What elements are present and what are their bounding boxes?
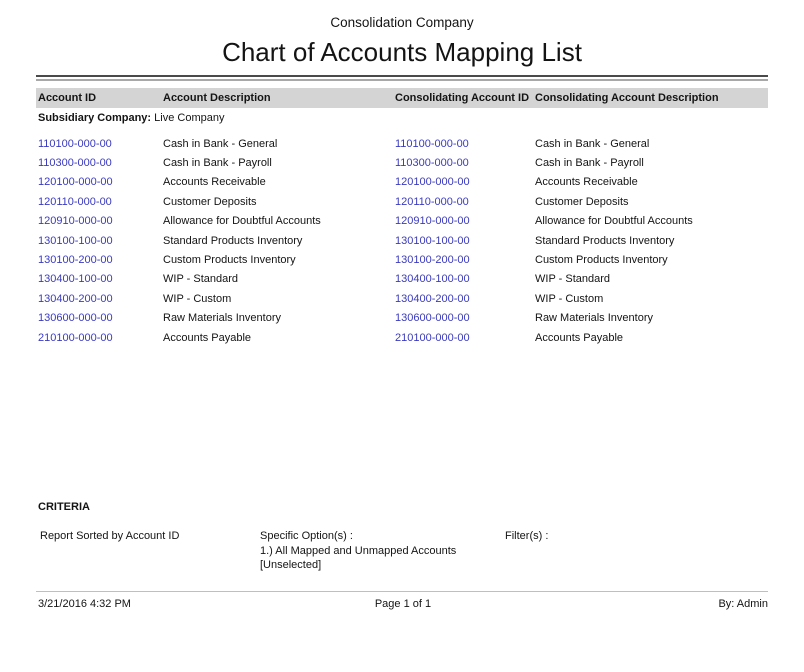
table-row: 110100-000-00Cash in Bank - General11010… <box>36 134 768 153</box>
account-id-link[interactable]: 110100-000-00 <box>36 138 161 150</box>
footer-printed-by: By: Admin <box>525 597 768 611</box>
consolidating-account-description-cell: WIP - Custom <box>533 293 762 305</box>
footer-datetime: 3/21/2016 4:32 PM <box>38 597 281 611</box>
footer-divider <box>36 591 768 592</box>
account-id-link[interactable]: 210100-000-00 <box>36 332 161 344</box>
consolidating-account-id-link[interactable]: 120100-000-00 <box>393 176 533 188</box>
account-id-link[interactable]: 130400-100-00 <box>36 273 161 285</box>
account-description-cell: WIP - Custom <box>161 293 393 305</box>
column-header-consolidating-account-id: Consolidating Account ID <box>393 92 533 104</box>
consolidating-account-description-cell: Allowance for Doubtful Accounts <box>533 215 762 227</box>
report-title: Chart of Accounts Mapping List <box>0 37 804 67</box>
table-row: 130400-100-00WIP - Standard130400-100-00… <box>36 270 768 289</box>
specific-option-line-2: [Unselected] <box>260 558 505 573</box>
column-header-account-description: Account Description <box>161 92 393 104</box>
table-row: 120100-000-00Accounts Receivable120100-0… <box>36 173 768 192</box>
consolidating-account-id-link[interactable]: 120110-000-00 <box>393 196 533 208</box>
account-description-cell: WIP - Standard <box>161 273 393 285</box>
specific-option-line-1: 1.) All Mapped and Unmapped Accounts <box>260 544 505 559</box>
consolidating-account-description-cell: Raw Materials Inventory <box>533 312 762 324</box>
title-divider <box>36 75 768 81</box>
consolidating-account-id-link[interactable]: 210100-000-00 <box>393 332 533 344</box>
filters-label: Filter(s) : <box>505 529 768 573</box>
account-id-link[interactable]: 130400-200-00 <box>36 293 161 305</box>
account-id-link[interactable]: 120100-000-00 <box>36 176 161 188</box>
subsidiary-company-label: Subsidiary Company: <box>38 112 151 124</box>
account-id-link[interactable]: 130100-100-00 <box>36 235 161 247</box>
table-header-row: Account ID Account Description Consolida… <box>36 88 768 108</box>
consolidating-account-id-link[interactable]: 130100-100-00 <box>393 235 533 247</box>
consolidating-account-description-cell: Standard Products Inventory <box>533 235 762 247</box>
consolidating-account-description-cell: Accounts Receivable <box>533 176 762 188</box>
consolidating-account-description-cell: Accounts Payable <box>533 332 762 344</box>
consolidating-account-description-cell: Cash in Bank - Payroll <box>533 157 762 169</box>
account-id-link[interactable]: 110300-000-00 <box>36 157 161 169</box>
account-description-cell: Accounts Receivable <box>161 176 393 188</box>
table-row: 130100-100-00Standard Products Inventory… <box>36 231 768 250</box>
consolidating-account-description-cell: Custom Products Inventory <box>533 254 762 266</box>
account-description-cell: Custom Products Inventory <box>161 254 393 266</box>
table-row: 130600-000-00Raw Materials Inventory1306… <box>36 309 768 328</box>
account-description-cell: Customer Deposits <box>161 196 393 208</box>
account-id-link[interactable]: 130600-000-00 <box>36 312 161 324</box>
table-row: 110300-000-00Cash in Bank - Payroll11030… <box>36 153 768 172</box>
specific-options: Specific Option(s) : 1.) All Mapped and … <box>260 529 505 573</box>
column-header-consolidating-account-description: Consolidating Account Description <box>533 92 762 104</box>
account-description-cell: Cash in Bank - General <box>161 138 393 150</box>
account-description-cell: Allowance for Doubtful Accounts <box>161 215 393 227</box>
consolidating-account-id-link[interactable]: 130400-200-00 <box>393 293 533 305</box>
consolidating-account-description-cell: WIP - Standard <box>533 273 762 285</box>
consolidating-account-id-link[interactable]: 130400-100-00 <box>393 273 533 285</box>
consolidating-account-id-link[interactable]: 110300-000-00 <box>393 157 533 169</box>
footer-page-number: Page 1 of 1 <box>281 597 524 611</box>
account-id-link[interactable]: 130100-200-00 <box>36 254 161 266</box>
consolidating-account-description-cell: Customer Deposits <box>533 196 762 208</box>
criteria-heading: CRITERIA <box>38 501 804 514</box>
subsidiary-company-value: Live Company <box>154 112 224 124</box>
report-page: Consolidation Company Chart of Accounts … <box>0 0 804 672</box>
subsidiary-company-row: Subsidiary Company: Live Company <box>38 111 768 125</box>
table-row: 130400-200-00WIP - Custom130400-200-00WI… <box>36 289 768 308</box>
consolidating-account-id-link[interactable]: 130600-000-00 <box>393 312 533 324</box>
account-id-link[interactable]: 120910-000-00 <box>36 215 161 227</box>
consolidating-account-id-link[interactable]: 110100-000-00 <box>393 138 533 150</box>
consolidating-account-id-link[interactable]: 120910-000-00 <box>393 215 533 227</box>
specific-options-label: Specific Option(s) : <box>260 529 505 544</box>
footer: 3/21/2016 4:32 PM Page 1 of 1 By: Admin <box>38 597 768 611</box>
table-row: 120910-000-00Allowance for Doubtful Acco… <box>36 212 768 231</box>
account-description-cell: Accounts Payable <box>161 332 393 344</box>
table-rows: 110100-000-00Cash in Bank - General11010… <box>36 134 768 347</box>
company-name: Consolidation Company <box>0 0 804 30</box>
account-description-cell: Raw Materials Inventory <box>161 312 393 324</box>
report-sorted-by: Report Sorted by Account ID <box>40 529 260 573</box>
consolidating-account-id-link[interactable]: 130100-200-00 <box>393 254 533 266</box>
account-description-cell: Standard Products Inventory <box>161 235 393 247</box>
consolidating-account-description-cell: Cash in Bank - General <box>533 138 762 150</box>
column-header-account-id: Account ID <box>36 92 161 104</box>
table-row: 210100-000-00Accounts Payable210100-000-… <box>36 328 768 347</box>
account-id-link[interactable]: 120110-000-00 <box>36 196 161 208</box>
divider-line-light <box>36 79 768 81</box>
account-description-cell: Cash in Bank - Payroll <box>161 157 393 169</box>
criteria-section: Report Sorted by Account ID Specific Opt… <box>40 529 768 573</box>
table-row: 130100-200-00Custom Products Inventory13… <box>36 250 768 269</box>
table-row: 120110-000-00Customer Deposits120110-000… <box>36 192 768 211</box>
